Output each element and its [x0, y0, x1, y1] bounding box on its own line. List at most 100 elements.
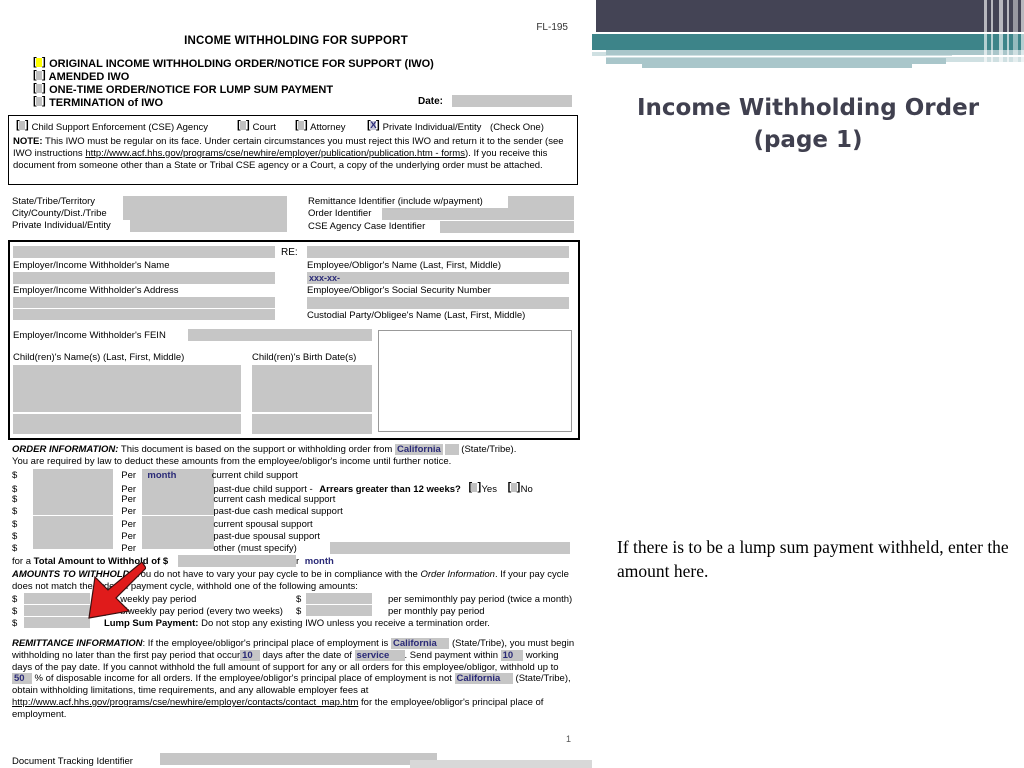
total-per-value[interactable]: month [305, 556, 334, 567]
checkbox-attorney-icon[interactable]: [] [295, 120, 308, 131]
children-dob-field-extra[interactable] [252, 414, 372, 434]
remittance-state-2[interactable]: California [454, 673, 503, 685]
note-link[interactable]: http://www.acf.hhs.gov/programs/cse/newh… [85, 148, 465, 159]
employer-fein-field[interactable] [188, 329, 372, 341]
remittance-block: REMITTANCE INFORMATION: If the employee/… [12, 638, 578, 721]
arrears-yes-option[interactable]: [] Yes [468, 482, 497, 496]
form-title: INCOME WITHHOLDING FOR SUPPORT [184, 35, 408, 47]
sender-court[interactable]: [] Court [237, 120, 276, 134]
checkbox-private-individual-icon[interactable]: [X] [367, 120, 380, 132]
children-dob-label: Child(ren)'s Birth Date(s) [252, 352, 357, 363]
employee-name-field[interactable] [307, 246, 569, 258]
employee-ssn-field[interactable] [307, 272, 569, 284]
order-row-7-desc: other (must specify) [213, 543, 297, 554]
order-row-3-desc: current cash medical support [213, 494, 336, 505]
checkbox-termination-icon[interactable]: [] [33, 96, 46, 107]
order-row-3: $ Per current cash medical support [12, 494, 336, 505]
header-band-teal [592, 34, 1024, 50]
checkbox-court-icon[interactable]: [] [237, 120, 250, 131]
order-row-5: $ Per current spousal support [12, 519, 313, 530]
checkbox-arrears-yes-icon[interactable]: [] [468, 482, 481, 493]
employee-ssn-label: Employee/Obligor's Social Security Numbe… [307, 285, 491, 296]
remittance-identifier-label: Remittance Identifier (include w/payment… [308, 196, 483, 207]
employer-name-field[interactable] [13, 246, 275, 258]
order-row-1-desc: current child support [211, 470, 298, 481]
remittance-identifier-field[interactable] [508, 196, 574, 208]
cse-case-identifier-field[interactable] [440, 221, 574, 233]
remittance-heading: REMITTANCE INFORMATION [12, 638, 143, 649]
private-entity-label: Private Individual/Entity [12, 220, 111, 231]
order-identifier-field[interactable] [382, 208, 574, 220]
total-amount-field[interactable] [178, 555, 296, 567]
order-information-intro-1: This document is based on the support or… [120, 444, 393, 455]
checkbox-onetime-icon[interactable]: [] [33, 83, 46, 94]
slide-title-line-2: (page 1) [753, 127, 863, 153]
checkbox-arrears-no-icon[interactable]: [] [508, 482, 521, 493]
option-onetime-lumpsum[interactable]: [] ONE-TIME ORDER/NOTICE FOR LUMP SUM PA… [33, 83, 333, 97]
sender-cse[interactable]: [] Child Support Enforcement (CSE) Agenc… [16, 120, 208, 134]
sender-private-individual[interactable]: [X] Private Individual/Entity (Check One… [367, 120, 544, 134]
arrears-yes-label: Yes [481, 484, 497, 495]
private-entity-field[interactable] [130, 220, 287, 232]
lump-sum-payment-text: Do not stop any existing IWO unless you … [201, 618, 490, 629]
remittance-days-1[interactable]: 10 [240, 649, 255, 661]
children-dob-field-block[interactable] [252, 365, 372, 412]
form-number: FL-195 [536, 22, 568, 33]
header-stripe-4 [1007, 0, 1009, 72]
option-original-label: ORIGINAL INCOME WITHHOLDING ORDER/NOTICE… [49, 58, 434, 70]
iwo-form-page-1: FL-195 INCOME WITHHOLDING FOR SUPPORT []… [0, 8, 592, 768]
order-identifier-label: Order Identifier [308, 208, 372, 219]
document-tracking-field-extension[interactable] [410, 760, 592, 768]
checkbox-cse-icon[interactable]: [] [16, 120, 29, 131]
header-band-pale-5 [642, 62, 912, 68]
option-original-iwo[interactable]: [] ORIGINAL INCOME WITHHOLDING ORDER/NOT… [33, 57, 434, 71]
remittance-state-1[interactable]: California [390, 638, 439, 649]
option-termination-label: TERMINATION of IWO [49, 97, 164, 109]
blank-notes-box[interactable] [378, 330, 572, 432]
sender-attorney[interactable]: [] Attorney [295, 120, 346, 134]
page-number: 1 [566, 734, 572, 744]
note-block: NOTE: This IWO must be regular on its fa… [13, 136, 569, 171]
order-row-6-desc: past-due spousal support [213, 531, 321, 542]
re-label: RE: [281, 247, 298, 258]
custodial-party-field[interactable] [307, 297, 569, 309]
date-field[interactable] [452, 95, 572, 107]
order-state-value[interactable]: California [394, 444, 443, 455]
order-other-specify-field[interactable] [330, 542, 570, 554]
note-label: NOTE: [13, 136, 43, 147]
city-county-label: City/County/Dist./Tribe [12, 208, 107, 219]
sender-court-label: Court [252, 122, 276, 133]
option-amended-iwo[interactable]: [] AMENDED IWO [33, 70, 129, 84]
employer-address-label: Employer/Income Withholder's Address [13, 285, 179, 296]
state-tribe-field[interactable] [123, 196, 287, 208]
withhold-row-biweekly: $ per biweekly pay period (every two wee… [12, 606, 283, 617]
employer-address-field-1[interactable] [13, 272, 275, 284]
option-onetime-label: ONE-TIME ORDER/NOTICE FOR LUMP SUM PAYME… [49, 84, 334, 96]
remittance-link[interactable]: http://www.acf.hhs.gov/programs/cse/newh… [12, 697, 358, 708]
remittance-service-value[interactable]: service [354, 649, 392, 661]
remittance-t3: days after the date of [262, 649, 352, 661]
check-one-instruction: (Check One) [490, 122, 544, 133]
withhold-row-monthly: $ per monthly pay period [296, 606, 485, 617]
option-termination-iwo[interactable]: [] TERMINATION of IWO [33, 96, 163, 110]
sender-attorney-label: Attorney [310, 122, 346, 133]
custodial-party-label: Custodial Party/Obligee's Name (Last, Fi… [307, 310, 526, 321]
header-stripe-3 [999, 0, 1003, 72]
slide-title: Income Withholding Order (page 1) [600, 92, 1016, 156]
checkbox-original-icon[interactable]: [] [33, 57, 46, 68]
document-tracking-field[interactable] [160, 753, 437, 765]
arrears-no-option[interactable]: [] No [508, 482, 533, 496]
employer-address-field-3[interactable] [13, 309, 275, 320]
total-per-field[interactable] [345, 555, 423, 567]
remittance-days-2[interactable]: 10 [500, 649, 516, 661]
remittance-percent[interactable]: 50 [12, 673, 27, 685]
children-names-field-extra[interactable] [13, 414, 241, 434]
order-row-7: $ Per other (must specify) [12, 543, 297, 554]
arrears-no-label: No [520, 484, 533, 495]
order-row-1-per-value[interactable]: month [147, 470, 176, 481]
checkbox-amended-icon[interactable]: [] [33, 70, 46, 81]
employer-address-field-2[interactable] [13, 297, 275, 308]
city-county-field[interactable] [123, 208, 287, 220]
total-prefix: for a [12, 556, 32, 567]
children-names-field-block[interactable] [13, 365, 241, 412]
